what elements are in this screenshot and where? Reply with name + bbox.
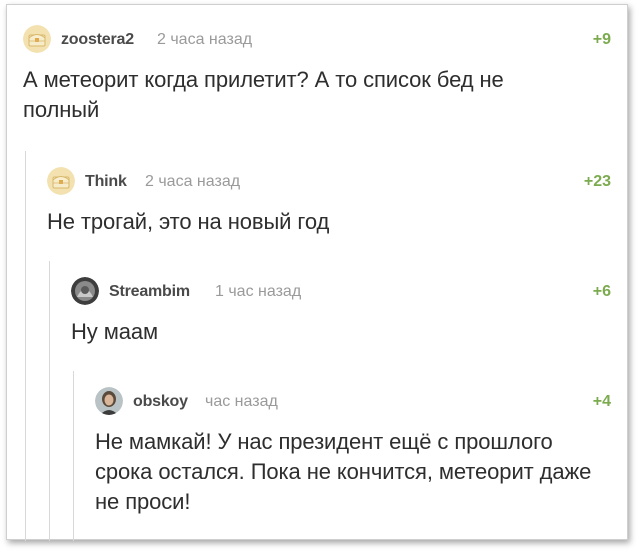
default-chest-avatar-icon[interactable] <box>47 167 75 195</box>
comment-timestamp[interactable]: 2 часа назад <box>145 173 240 191</box>
comment-text: Не трогай, это на новый год <box>47 209 330 234</box>
comment-header: obskoy час назад +4 <box>95 387 611 419</box>
thread-line-level-3[interactable] <box>73 371 74 541</box>
comment-rating: +4 <box>592 393 611 410</box>
comment: zoostera2 2 часа назад +9 А метеорит ког… <box>23 25 611 125</box>
comment-timestamp[interactable]: 2 часа назад <box>157 31 252 49</box>
comment: obskoy час назад +4 Не мамкай! У нас пре… <box>95 387 611 517</box>
comment-header: zoostera2 2 часа назад +9 <box>23 25 611 57</box>
comment-timestamp[interactable]: 1 час назад <box>215 283 301 301</box>
comment-text: Не мамкай! У нас президент ещё с прошлог… <box>95 429 592 514</box>
comment-rating: +23 <box>583 173 611 190</box>
comment: Streambim 1 час назад +6 Ну маам <box>71 277 611 347</box>
comment-text: А метеорит когда прилетит? А то список б… <box>23 67 504 122</box>
username-link[interactable]: zoostera2 <box>61 31 134 49</box>
comment-timestamp[interactable]: час назад <box>205 393 278 411</box>
comment-text: Ну маам <box>71 319 159 344</box>
thread-line-level-1[interactable] <box>25 151 26 541</box>
username-link[interactable]: Think <box>85 173 127 191</box>
photo-avatar-icon[interactable] <box>71 277 99 305</box>
comment-thread-card: zoostera2 2 часа назад +9 А метеорит ког… <box>6 4 628 541</box>
comment-rating: +6 <box>592 283 611 300</box>
username-link[interactable]: obskoy <box>133 393 188 411</box>
default-chest-avatar-icon[interactable] <box>23 25 51 53</box>
thread-line-level-2[interactable] <box>49 261 50 541</box>
comment-header: Streambim 1 час назад +6 <box>71 277 611 309</box>
comment-rating: +9 <box>592 31 611 48</box>
comment: Think 2 часа назад +23 Не трогай, это на… <box>47 167 611 237</box>
username-link[interactable]: Streambim <box>109 283 190 301</box>
photo-avatar-icon[interactable] <box>95 387 123 415</box>
comment-header: Think 2 часа назад +23 <box>47 167 611 199</box>
